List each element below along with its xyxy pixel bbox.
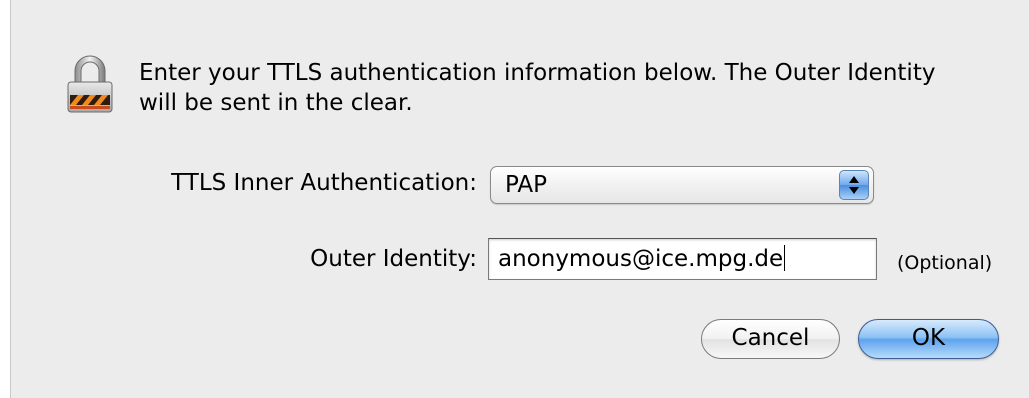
dialog-message: Enter your TTLS authentication informati… xyxy=(139,60,936,116)
cancel-button[interactable]: Cancel xyxy=(701,319,840,359)
outer-identity-field[interactable]: anonymous@ice.mpg.de xyxy=(488,238,877,280)
ok-button[interactable]: OK xyxy=(858,319,999,359)
up-down-arrows-icon xyxy=(839,170,869,200)
optional-hint: (Optional) xyxy=(897,252,993,274)
inner-authentication-value: PAP xyxy=(505,172,548,198)
lock-icon xyxy=(64,53,116,115)
outer-identity-label: Outer Identity: xyxy=(310,246,477,272)
inner-authentication-popup[interactable]: PAP xyxy=(490,166,874,204)
outer-identity-value: anonymous@ice.mpg.de xyxy=(498,245,786,272)
inner-authentication-label: TTLS Inner Authentication: xyxy=(171,170,477,196)
authentication-dialog: Enter your TTLS authentication informati… xyxy=(10,0,1029,398)
text-caret xyxy=(784,245,786,271)
